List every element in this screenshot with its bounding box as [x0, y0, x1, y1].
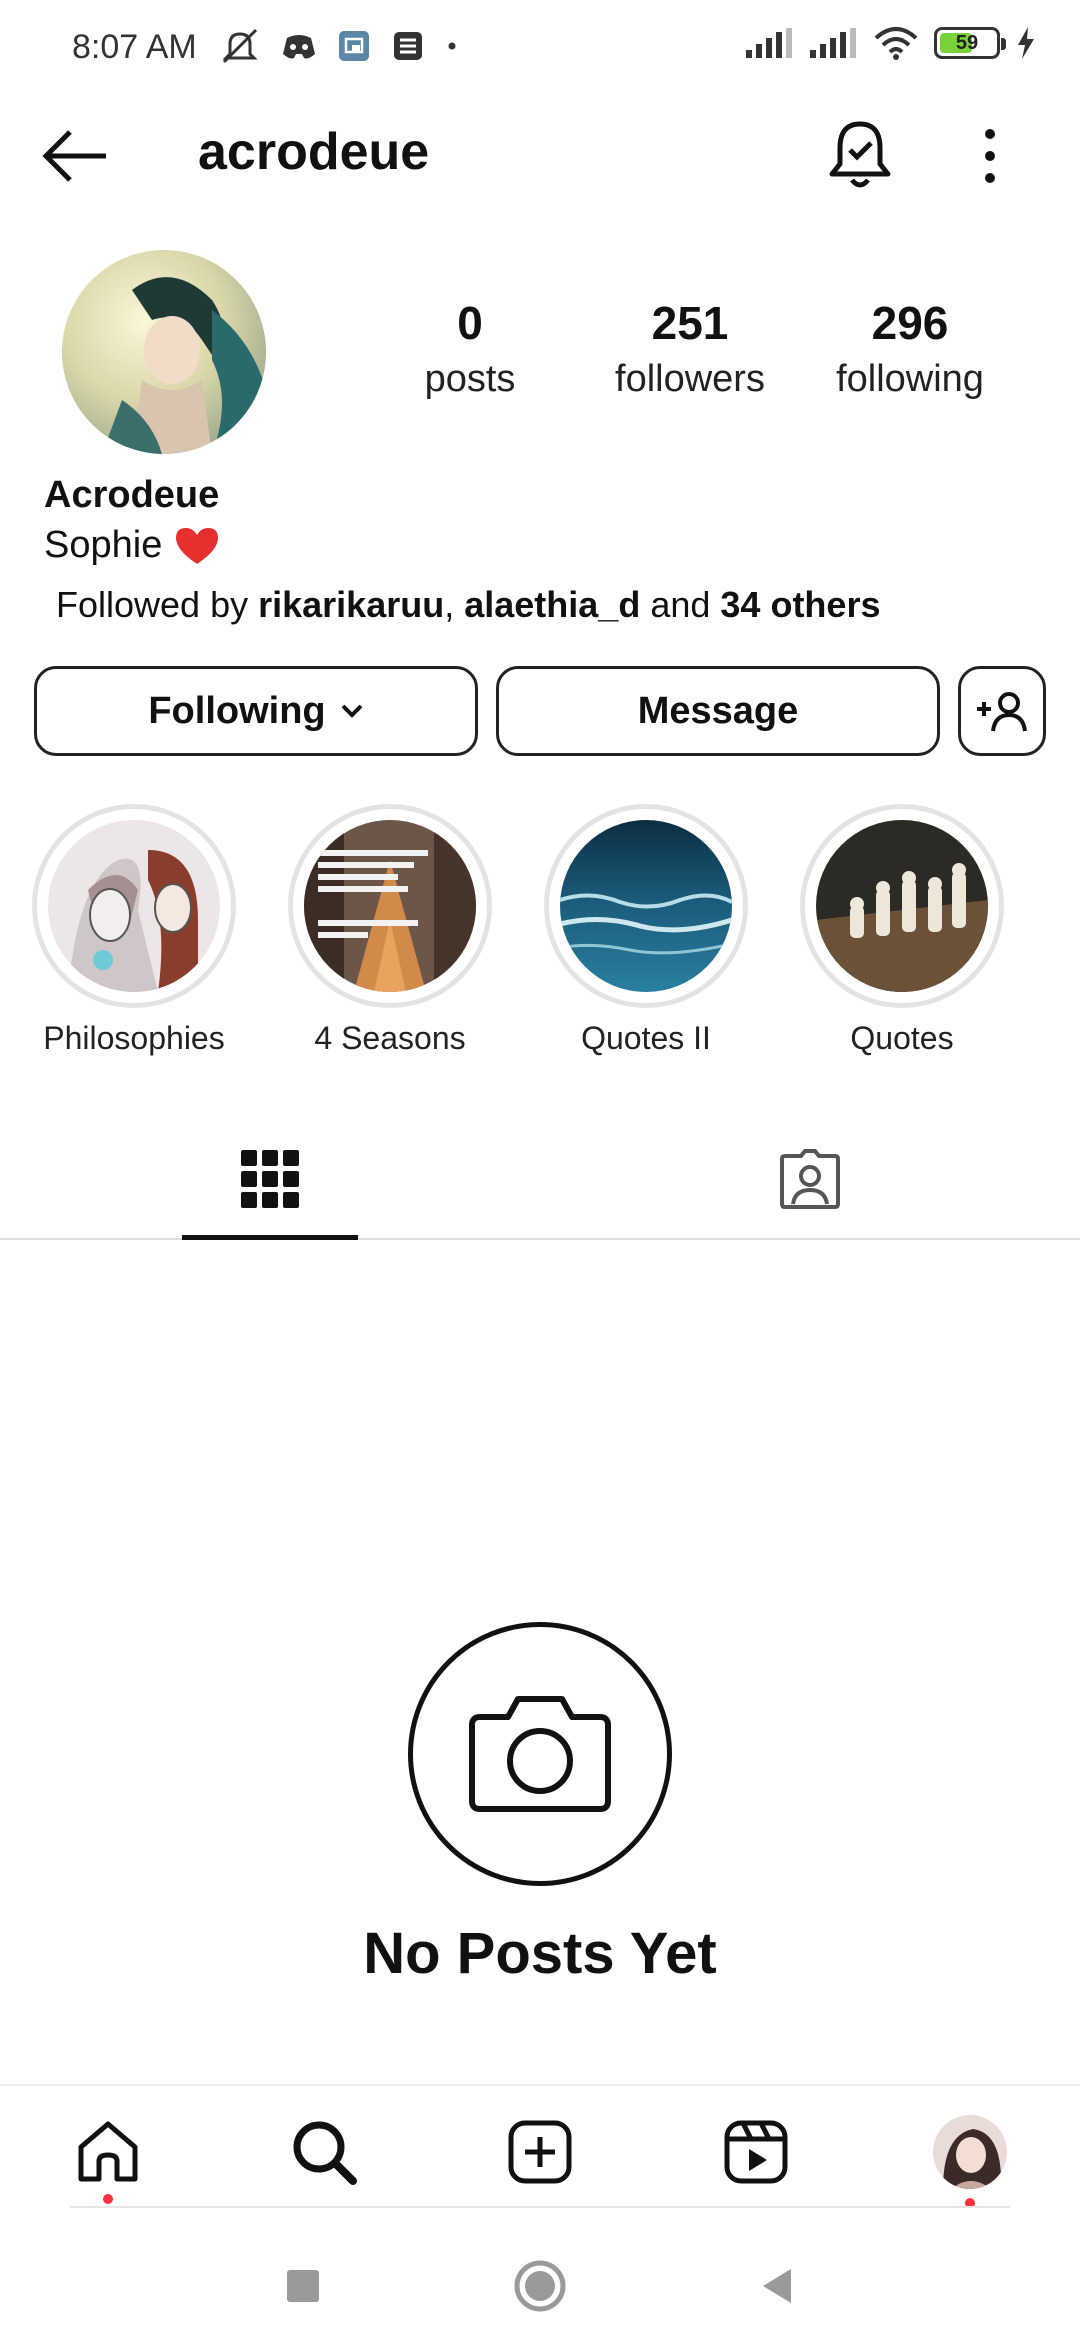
followed-by-user[interactable]: rikarikaruu	[258, 584, 444, 625]
highlight-label: Philosophies	[43, 1020, 225, 1056]
followed-by-others[interactable]: 34 others	[720, 584, 880, 625]
battery-level: 59	[955, 31, 979, 54]
profile-avatar-icon	[933, 2115, 1007, 2189]
status-time: 8:07 AM	[72, 28, 197, 66]
signal-icon	[810, 28, 856, 58]
profile-tabs	[0, 1118, 1080, 1240]
square-icon	[287, 2270, 319, 2302]
suggested-users-button[interactable]	[958, 666, 1046, 756]
battery-icon: 59	[934, 27, 1006, 59]
followed-by-user[interactable]: alaethia_d	[464, 584, 640, 625]
bottom-navigation	[0, 2084, 1080, 2210]
bell-check-icon	[829, 121, 891, 188]
stat-posts[interactable]: 0 posts	[360, 296, 580, 401]
highlight-label: Quotes II	[581, 1020, 711, 1056]
charging-icon	[1018, 27, 1034, 59]
signal-icon	[746, 28, 792, 58]
highlight-cover	[816, 820, 988, 992]
search-icon	[293, 2121, 357, 2185]
followed-by-separator: ,	[444, 584, 465, 625]
arrow-left-icon	[42, 130, 106, 182]
triangle-back-icon	[763, 2269, 791, 2303]
cast-icon	[339, 31, 369, 61]
home-icon	[78, 2121, 138, 2182]
wifi-icon	[874, 27, 918, 60]
nav-create[interactable]	[500, 2112, 580, 2192]
followed-by-prefix: Followed by	[56, 584, 259, 625]
highlight-ring	[32, 804, 236, 1008]
dot-icon	[448, 42, 456, 50]
highlight-philosophies[interactable]: Philosophies	[6, 804, 262, 1057]
profile-avatar[interactable]	[62, 250, 266, 454]
bio-text: Sophie	[44, 524, 163, 566]
stat-number: 0	[457, 297, 483, 349]
nav-profile[interactable]	[930, 2112, 1010, 2208]
highlight-quotes[interactable]: Quotes	[774, 804, 1030, 1057]
highlight-cover	[560, 820, 732, 992]
status-icons-right: 59	[746, 26, 1036, 60]
nav-home[interactable]	[68, 2112, 148, 2204]
back-system-button[interactable]	[749, 2258, 805, 2314]
highlight-ring	[800, 804, 1004, 1008]
message-button-label: Message	[637, 689, 799, 732]
highlight-4-seasons[interactable]: 4 Seasons	[262, 804, 518, 1057]
highlight-label: Quotes	[850, 1020, 954, 1056]
nav-reels[interactable]	[716, 2112, 796, 2192]
active-tab-indicator	[182, 1235, 358, 1240]
bio: Sophie	[44, 524, 220, 567]
more-options-button[interactable]	[960, 126, 1020, 186]
display-name: Acrodeue	[44, 474, 220, 516]
stat-label: posts	[424, 358, 516, 400]
highlight-cover	[48, 820, 220, 992]
stat-number: 296	[871, 297, 949, 349]
empty-state-title: No Posts Yet	[363, 1921, 717, 1986]
stat-following[interactable]: 296 following	[800, 296, 1020, 401]
chevron-down-icon	[341, 704, 363, 718]
highlight-quotes-ii[interactable]: Quotes II	[518, 804, 774, 1057]
circle-icon	[514, 2260, 566, 2312]
empty-state-camera	[408, 1622, 672, 1886]
tagged-person-icon	[780, 1149, 840, 1209]
notes-icon	[394, 32, 422, 60]
highlight-cover	[304, 820, 476, 992]
grid-icon	[241, 1150, 299, 1208]
status-bar: 8:07 AM 59	[0, 0, 1080, 96]
tab-grid[interactable]	[0, 1118, 540, 1240]
system-navigation	[0, 2230, 1080, 2340]
stat-label: following	[836, 358, 984, 400]
mute-icon	[222, 28, 258, 64]
reels-icon	[724, 2120, 788, 2184]
recents-button[interactable]	[275, 2258, 331, 2314]
home-system-button[interactable]	[512, 2258, 568, 2314]
home-badge	[103, 2194, 113, 2204]
profile-stats: 0 posts 251 followers 296 following	[360, 296, 1020, 401]
more-vertical-icon	[985, 129, 995, 183]
profile-header: acrodeue	[0, 96, 1080, 216]
plus-square-icon	[508, 2120, 572, 2184]
message-button[interactable]: Message	[496, 666, 940, 756]
stat-number: 251	[651, 297, 729, 349]
status-icons-left	[220, 28, 458, 64]
discord-icon	[283, 35, 315, 59]
notifications-button[interactable]	[826, 116, 894, 192]
add-user-icon	[977, 692, 1027, 732]
camera-icon	[469, 1696, 611, 1812]
followed-by-and: and	[640, 584, 721, 625]
battery-nub	[1001, 38, 1006, 50]
stat-label: followers	[615, 358, 765, 400]
stat-followers[interactable]: 251 followers	[580, 296, 800, 401]
highlight-label: 4 Seasons	[314, 1020, 466, 1056]
nav-divider	[70, 2206, 1010, 2208]
tab-tagged[interactable]	[540, 1118, 1080, 1240]
highlight-ring	[288, 804, 492, 1008]
story-highlights: Philosophies 4 Seasons Quotes II Quotes	[0, 804, 1080, 1064]
following-button[interactable]: Following	[34, 666, 478, 756]
followed-by[interactable]: Followed by rikarikaruu, alaethia_d and …	[56, 584, 880, 626]
username-title: acrodeue	[198, 123, 430, 181]
highlight-ring	[544, 804, 748, 1008]
back-button[interactable]	[40, 126, 112, 186]
following-button-label: Following	[148, 689, 326, 732]
heart-emoji-icon	[174, 526, 220, 566]
nav-search[interactable]	[284, 2112, 364, 2192]
